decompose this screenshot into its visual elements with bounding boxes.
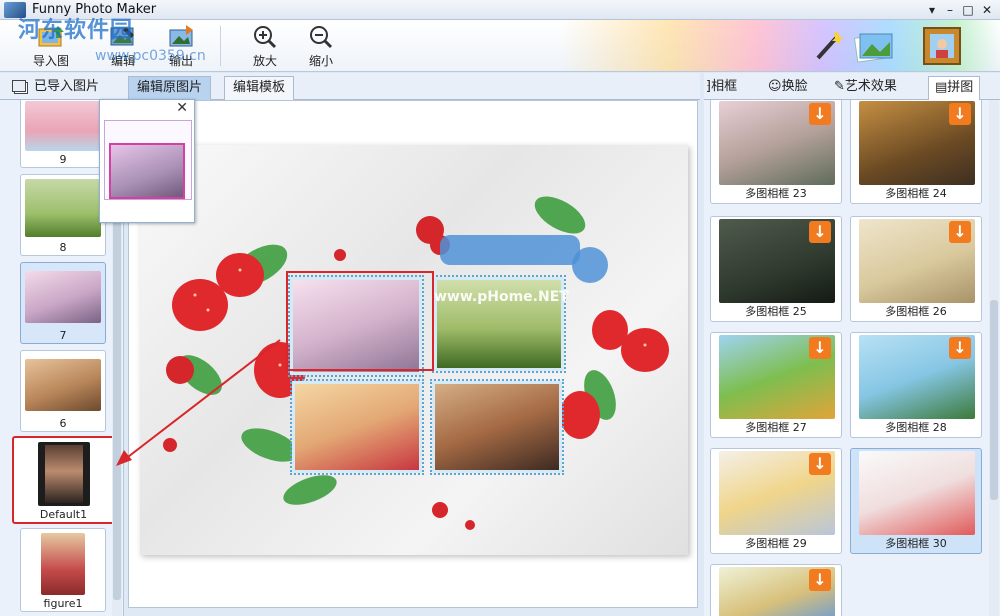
- zoom-in-button[interactable]: 放大: [242, 22, 288, 70]
- left-tabbar: 已导入图片 编辑原图片 编辑模板: [0, 73, 700, 100]
- tab-imported-images[interactable]: 已导入图片: [4, 76, 107, 100]
- download-icon[interactable]: ↓: [949, 103, 971, 125]
- thumbnail-label: figure1: [43, 597, 83, 610]
- close-window-button[interactable]: ✕: [979, 2, 995, 18]
- template-thumbnail: [859, 451, 975, 535]
- app-window: Funny Photo Maker ▾ – □ ✕ 导入图片 编辑: [0, 0, 1000, 616]
- template-label: 多图相框 24: [885, 187, 947, 200]
- face-icon: ☺: [768, 79, 782, 94]
- template-item[interactable]: ↓ 多图相框 24: [850, 100, 982, 204]
- photos-stack-icon: [853, 33, 893, 63]
- thumbnail-item[interactable]: figure1: [20, 528, 106, 612]
- site-watermark: 河东软件园: [18, 18, 134, 43]
- template-item[interactable]: ↓ 多图相框 27: [710, 332, 842, 438]
- thumbnail-label: 8: [59, 241, 67, 254]
- thumbnail-item-selected[interactable]: 7: [20, 262, 106, 344]
- collage-photo-slot-4[interactable]: [430, 379, 564, 475]
- zoom-out-label: 缩小: [308, 54, 333, 68]
- thumbnail-item[interactable]: 9: [20, 100, 106, 168]
- title-bar: Funny Photo Maker ▾ – □ ✕: [0, 0, 1000, 20]
- template-label: 多图相框 27: [745, 421, 807, 434]
- template-item-selected[interactable]: 多图相框 30: [850, 448, 982, 554]
- preview-frame: [104, 120, 192, 200]
- template-item[interactable]: ↓ 多图相框 23: [710, 100, 842, 204]
- thumbnail-label: 7: [59, 329, 67, 342]
- collage-icon: ▤: [935, 80, 948, 95]
- site-url-watermark: www.pc0359.cn: [95, 48, 206, 64]
- preview-image: [109, 143, 185, 199]
- thumbnail-image: [41, 533, 85, 595]
- thumbnail-label: Default1: [39, 508, 88, 521]
- collage-photo-slot-3[interactable]: [290, 379, 424, 475]
- template-item[interactable]: ↓ 多图相框 25: [710, 216, 842, 322]
- tab-edit-original[interactable]: 编辑原图片: [128, 76, 212, 100]
- download-icon[interactable]: ↓: [949, 221, 971, 243]
- tab-face-swap[interactable]: ☺换脸: [766, 76, 808, 100]
- template-item[interactable]: ↓ 多图相框 28: [850, 332, 982, 438]
- thumbnail-item[interactable]: 8: [20, 174, 106, 256]
- zoom-in-icon: [254, 26, 277, 49]
- annotation-arrow: [116, 339, 281, 466]
- thumbnail-image: [25, 179, 101, 237]
- template-scrollbar-thumb[interactable]: [990, 300, 998, 500]
- template-label: 多图相框 28: [885, 421, 947, 434]
- template-scrollbar[interactable]: [989, 100, 999, 616]
- thumbnail-image: [25, 101, 101, 151]
- thumbnail-item[interactable]: 6: [20, 350, 106, 432]
- tab-frame[interactable]: ⁆相框: [704, 76, 737, 100]
- canvas-watermark: www.pHome.NET: [434, 289, 569, 305]
- thumbnail-item-default1[interactable]: Default1: [12, 436, 115, 524]
- download-icon[interactable]: ↓: [809, 221, 831, 243]
- download-icon[interactable]: ↓: [809, 453, 831, 475]
- tab-art-effects-label: 艺术效果: [844, 79, 897, 94]
- close-icon[interactable]: ✕: [176, 100, 188, 116]
- tab-frame-label: 相框: [711, 79, 738, 94]
- template-label: 多图相框 30: [885, 537, 947, 550]
- imported-images-icon: [12, 80, 26, 92]
- import-images-label: 导入图片: [32, 54, 69, 68]
- art-effects-icon: ✎: [834, 79, 845, 94]
- template-item[interactable]: ↓ 多图相框 26: [850, 216, 982, 322]
- download-icon[interactable]: ↓: [809, 103, 831, 125]
- tab-collage[interactable]: ▤拼图: [928, 76, 981, 100]
- right-tabbar: ⁆相框 ☺换脸 ✎艺术效果 ▤拼图: [704, 73, 1000, 100]
- tab-imported-images-label: 已导入图片: [34, 79, 100, 94]
- template-item-partial[interactable]: ↓: [710, 564, 842, 616]
- tab-edit-template[interactable]: 编辑模板: [224, 76, 295, 100]
- film-strip-icon: [38, 442, 90, 506]
- zoom-out-icon: [310, 26, 333, 49]
- download-icon[interactable]: ↓: [949, 337, 971, 359]
- template-panel: ↓ 多图相框 23 ↓ 多图相框 24 ↓ 多图相框 25 ↓ 多图相框 26 …: [704, 100, 1000, 616]
- thumbnail-image: [25, 271, 101, 323]
- minimize-button[interactable]: –: [942, 2, 958, 18]
- zoom-in-label: 放大: [252, 54, 277, 68]
- template-label: 多图相框 29: [745, 537, 807, 550]
- output-icon: [169, 25, 193, 47]
- template-label: 多图相框 26: [885, 305, 947, 318]
- thumbnail-label: 9: [59, 153, 67, 166]
- toolbar-separator: [220, 26, 221, 66]
- toolbar: 导入图片 编辑 输出 放大: [0, 20, 1000, 72]
- picture-frame-icon: [923, 27, 961, 65]
- zoom-out-button[interactable]: 缩小: [298, 22, 344, 70]
- download-icon[interactable]: ↓: [809, 569, 831, 591]
- maximize-button[interactable]: □: [960, 2, 976, 18]
- tab-collage-label: 拼图: [947, 80, 974, 95]
- tab-art-effects[interactable]: ✎艺术效果: [832, 76, 897, 100]
- preview-popup: ✕: [99, 99, 195, 223]
- thumbnail-image: [45, 445, 83, 503]
- thumbnail-image: [25, 359, 101, 411]
- template-label: 多图相框 23: [745, 187, 807, 200]
- window-menu-button[interactable]: ▾: [924, 2, 940, 18]
- template-item[interactable]: ↓ 多图相框 29: [710, 448, 842, 554]
- thumbnail-label: 6: [59, 417, 67, 430]
- template-label: 多图相框 25: [745, 305, 807, 318]
- download-icon[interactable]: ↓: [809, 337, 831, 359]
- magic-wand-icon: [816, 32, 844, 60]
- tab-face-swap-label: 换脸: [781, 79, 808, 94]
